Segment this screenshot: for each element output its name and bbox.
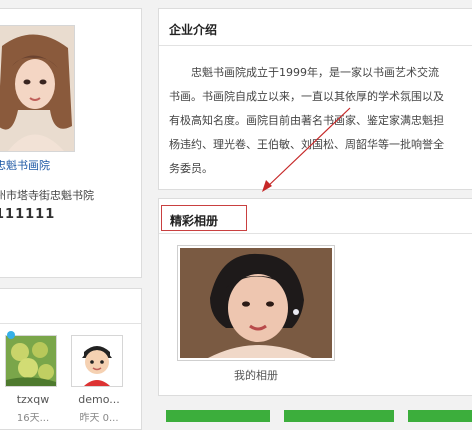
intro-line: 杨违约、理光卷、王伯敏、刘国松、周韶华等一批响誉全 xyxy=(169,138,444,151)
intro-line: 书画。书画院自成立以来，一直以其依厚的学术氛围以及 xyxy=(169,90,444,103)
friend-item[interactable]: demo... 昨天 0... xyxy=(71,335,127,424)
intro-text: 忠魁书画院成立于1999年，是一家以书画艺术交流 书画。书画院自成立以来，一直以… xyxy=(169,61,472,181)
album-title-highlight: 精彩相册 xyxy=(161,205,247,231)
intro-line: 忠魁书画院成立于1999年，是一家以书画艺术交流 xyxy=(191,66,439,79)
intro-divider xyxy=(159,45,472,46)
avatar-photo xyxy=(0,26,74,151)
friends-divider xyxy=(0,323,141,324)
company-phone: 111111 xyxy=(0,207,56,222)
friend-avatar[interactable] xyxy=(71,335,123,387)
friend-name[interactable]: tzxqw xyxy=(5,393,61,406)
friend-item[interactable]: tzxqw 16天... xyxy=(5,331,61,424)
fruit-avatar-icon xyxy=(6,336,56,386)
friends-card: tzxqw 16天... demo... 昨天 0... xyxy=(0,288,142,430)
album-thumbnail[interactable] xyxy=(177,245,335,361)
profile-card: 忠魁书画院 州市塔寺街忠魁书院 111111 · xyxy=(0,8,142,278)
green-button[interactable] xyxy=(408,410,472,422)
album-divider xyxy=(159,233,472,234)
green-button[interactable] xyxy=(166,410,270,422)
company-address: 州市塔寺街忠魁书院 xyxy=(0,189,94,202)
avatar[interactable] xyxy=(0,25,75,152)
intro-title: 企业介绍 xyxy=(169,23,218,37)
cartoon-avatar-icon xyxy=(72,336,122,386)
friend-meta: 昨天 0... xyxy=(79,413,119,424)
intro-line: 有极高知名度。画院目前由著名书画家、鉴定家满忠魁担 xyxy=(169,114,444,127)
album-caption[interactable]: 我的相册 xyxy=(177,367,335,383)
company-intro-panel: 企业介绍 忠魁书画院成立于1999年，是一家以书画艺术交流 书画。书画院自成立以… xyxy=(158,8,472,190)
intro-line: 务委员。 xyxy=(169,162,213,175)
album-title: 精彩相册 xyxy=(170,214,219,228)
friend-avatar[interactable] xyxy=(5,335,57,387)
album-panel: 精彩相册 我的相册 xyxy=(158,198,472,396)
online-badge xyxy=(7,331,15,339)
friend-name[interactable]: demo... xyxy=(71,393,127,406)
friend-meta: 16天... xyxy=(16,413,50,424)
green-button[interactable] xyxy=(284,410,394,422)
company-name-link[interactable]: 忠魁书画院 xyxy=(0,157,50,173)
album-photo xyxy=(180,248,332,358)
